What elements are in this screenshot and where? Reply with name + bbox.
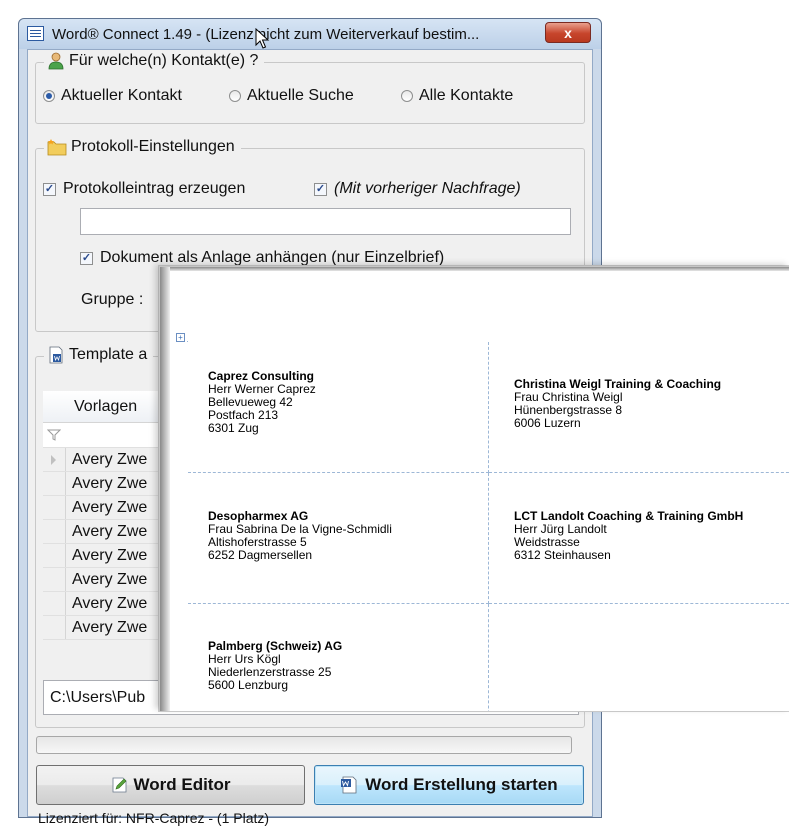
table-anchor-icon[interactable]: + bbox=[176, 333, 185, 342]
template-group-title: Template a bbox=[69, 346, 148, 363]
edit-doc-icon bbox=[112, 777, 126, 793]
checkbox-label: Protokolleintrag erzeugen bbox=[63, 180, 246, 197]
checkbox-label: Dokument als Anlage anhängen (nur Einzel… bbox=[100, 249, 445, 266]
template-name: Avery Zwe bbox=[72, 619, 148, 636]
template-row[interactable]: Avery Zwe bbox=[43, 448, 173, 472]
radio-label: Aktuelle Suche bbox=[247, 87, 354, 104]
template-row[interactable]: Avery Zwe bbox=[43, 568, 173, 592]
radio-all-contacts[interactable]: Alle Kontakte bbox=[401, 87, 513, 105]
label-table bbox=[187, 341, 789, 711]
address-label: Desopharmex AG Frau Sabrina De la Vigne-… bbox=[208, 510, 392, 562]
protocol-group-title: Protokoll-Einstellungen bbox=[71, 138, 235, 155]
address-label: Palmberg (Schweiz) AG Herr Urs Kögl Nied… bbox=[208, 640, 342, 692]
checkbox-box[interactable]: ✓ bbox=[314, 182, 327, 196]
address-line: 6252 Dagmersellen bbox=[208, 548, 313, 562]
template-row[interactable]: Avery Zwe bbox=[43, 472, 173, 496]
template-row[interactable]: Avery Zwe bbox=[43, 520, 173, 544]
address-line: 5600 Lenzburg bbox=[208, 678, 289, 692]
create-entry-checkbox[interactable]: ✓ Protokolleintrag erzeugen bbox=[43, 180, 245, 198]
template-name: Avery Zwe bbox=[72, 523, 148, 540]
row-selector[interactable] bbox=[43, 568, 66, 591]
protocol-entry-input[interactable] bbox=[80, 208, 571, 235]
address-label: LCT Landolt Coaching & Training GmbH Her… bbox=[514, 510, 743, 562]
preview-shadow-left bbox=[160, 267, 170, 711]
current-row-arrow-icon bbox=[51, 455, 56, 465]
address-line: 6312 Steinhausen bbox=[514, 548, 611, 562]
attach-document-checkbox[interactable]: ✓ Dokument als Anlage anhängen (nur Einz… bbox=[80, 249, 444, 267]
row-selector[interactable] bbox=[43, 520, 66, 543]
row-selector[interactable] bbox=[43, 472, 66, 495]
template-row[interactable]: Avery Zwe bbox=[43, 544, 173, 568]
template-path-value: C:\Users\Pub bbox=[50, 689, 146, 706]
row-selector[interactable] bbox=[43, 544, 66, 567]
word-editor-button[interactable]: Word Editor bbox=[36, 765, 305, 805]
group-label: Gruppe : bbox=[81, 291, 144, 308]
filter-row[interactable] bbox=[43, 423, 173, 448]
template-name: Avery Zwe bbox=[72, 475, 148, 492]
license-status: Lizenziert für: NFR-Caprez - (1 Platz) bbox=[38, 810, 270, 826]
radio-label: Aktueller Kontakt bbox=[61, 87, 182, 104]
template-row[interactable]: Avery Zwe bbox=[43, 592, 173, 616]
checkbox-label: (Mit vorheriger Nachfrage) bbox=[334, 180, 521, 197]
template-name: Avery Zwe bbox=[72, 499, 148, 516]
close-button[interactable]: x bbox=[545, 22, 591, 43]
row-selector[interactable] bbox=[43, 616, 66, 639]
checkbox-box[interactable]: ✓ bbox=[80, 251, 93, 265]
radio-label: Alle Kontakte bbox=[419, 87, 514, 104]
template-row[interactable]: Avery Zwe bbox=[43, 496, 173, 520]
word-editor-label: Word Editor bbox=[133, 775, 231, 794]
filter-icon[interactable] bbox=[47, 428, 61, 442]
checkbox-box[interactable]: ✓ bbox=[43, 182, 56, 196]
template-name: Avery Zwe bbox=[72, 571, 148, 588]
contact-person-icon bbox=[48, 52, 64, 70]
radio-dot[interactable] bbox=[229, 90, 241, 102]
row-selector[interactable] bbox=[43, 592, 66, 615]
protocol-group-legend: Protokoll-Einstellungen bbox=[44, 138, 241, 156]
templates-header-label: Vorlagen bbox=[74, 398, 138, 415]
templates-column-header[interactable]: Vorlagen bbox=[43, 391, 173, 423]
template-name: Avery Zwe bbox=[72, 547, 148, 564]
confirm-checkbox[interactable]: ✓ (Mit vorheriger Nachfrage) bbox=[314, 180, 521, 198]
progress-bar bbox=[36, 736, 572, 754]
word-label-preview: + Caprez Consulting Herr Werner Caprez B… bbox=[159, 266, 789, 711]
word-doc-icon bbox=[341, 776, 357, 794]
contacts-group: Für welche(n) Kontakt(e) ? Aktueller Kon… bbox=[35, 52, 585, 124]
radio-current-search[interactable]: Aktuelle Suche bbox=[229, 87, 354, 105]
radio-dot[interactable] bbox=[43, 90, 55, 102]
label-cell bbox=[489, 604, 789, 711]
radio-dot[interactable] bbox=[401, 90, 413, 102]
template-name: Avery Zwe bbox=[72, 595, 148, 612]
address-label: Christina Weigl Training & Coaching Frau… bbox=[514, 378, 721, 430]
address-line: 6006 Luzern bbox=[514, 416, 581, 430]
folder-star-icon bbox=[47, 139, 67, 156]
contacts-group-legend: Für welche(n) Kontakt(e) ? bbox=[44, 52, 265, 70]
radio-current-contact[interactable]: Aktueller Kontakt bbox=[43, 87, 182, 105]
template-name: Avery Zwe bbox=[72, 451, 148, 468]
word-start-label: Word Erstellung starten bbox=[365, 775, 558, 794]
word-app-icon bbox=[27, 26, 44, 41]
row-selector[interactable] bbox=[43, 496, 66, 519]
word-start-button[interactable]: Word Erstellung starten bbox=[314, 765, 584, 805]
template-row[interactable]: Avery Zwe bbox=[43, 616, 173, 640]
contacts-group-title: Für welche(n) Kontakt(e) ? bbox=[69, 52, 259, 69]
mouse-cursor-icon bbox=[255, 28, 270, 49]
title-bar[interactable]: Word® Connect 1.49 - (Lizenz nicht zum W… bbox=[19, 19, 601, 49]
template-doc-icon bbox=[49, 346, 63, 364]
address-line: 6301 Zug bbox=[208, 421, 259, 435]
address-label: Caprez Consulting Herr Werner Caprez Bel… bbox=[208, 370, 316, 435]
template-group-legend: Template a bbox=[44, 346, 154, 364]
row-selector[interactable] bbox=[43, 448, 66, 471]
preview-shadow-top bbox=[160, 267, 789, 271]
